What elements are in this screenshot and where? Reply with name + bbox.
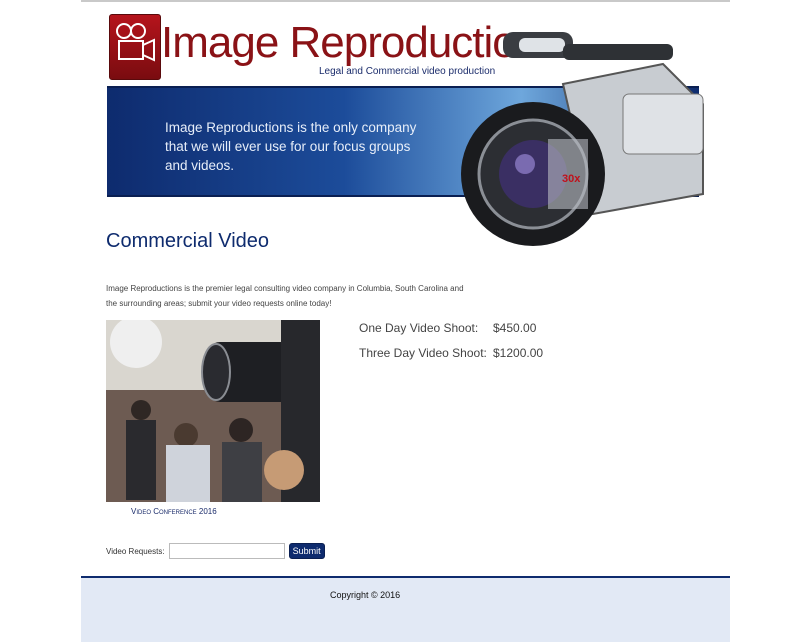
camcorder-image: 30x <box>461 32 704 246</box>
price-row: Three Day Video Shoot: $1200.00 <box>359 346 543 371</box>
video-requests-input[interactable] <box>168 543 285 559</box>
video-request-form: Video Requests: Submit <box>106 543 325 559</box>
banner-quote: Image Reproductions is the only company … <box>165 120 417 173</box>
price-label: Three Day Video Shoot: <box>359 346 487 360</box>
price-value: $1200.00 <box>493 346 544 360</box>
photo-caption: Video Conference 2016 <box>131 507 217 516</box>
page-title: Commercial Video <box>106 230 270 252</box>
price-row: One Day Video Shoot: $450.00 <box>359 321 543 346</box>
intro-paragraph: Image Reproductions is the premier legal… <box>106 284 464 308</box>
footer: Copyright © 2016 <box>81 576 730 642</box>
submit-button[interactable]: Submit <box>288 543 325 559</box>
logo <box>109 14 161 80</box>
top-divider <box>81 0 730 2</box>
conference-photo <box>106 320 320 502</box>
price-value: $450.00 <box>493 321 537 335</box>
film-camera-icon <box>116 23 155 62</box>
svg-text:30x: 30x <box>562 173 581 185</box>
copyright-text: Copyright © 2016 <box>330 590 401 600</box>
video-requests-label: Video Requests: <box>106 546 165 556</box>
page-wrapper: Image Reproductions Legal and Commercial… <box>81 0 730 642</box>
price-label: One Day Video Shoot: <box>359 321 479 335</box>
price-list: One Day Video Shoot: $450.00 Three Day V… <box>359 321 543 371</box>
